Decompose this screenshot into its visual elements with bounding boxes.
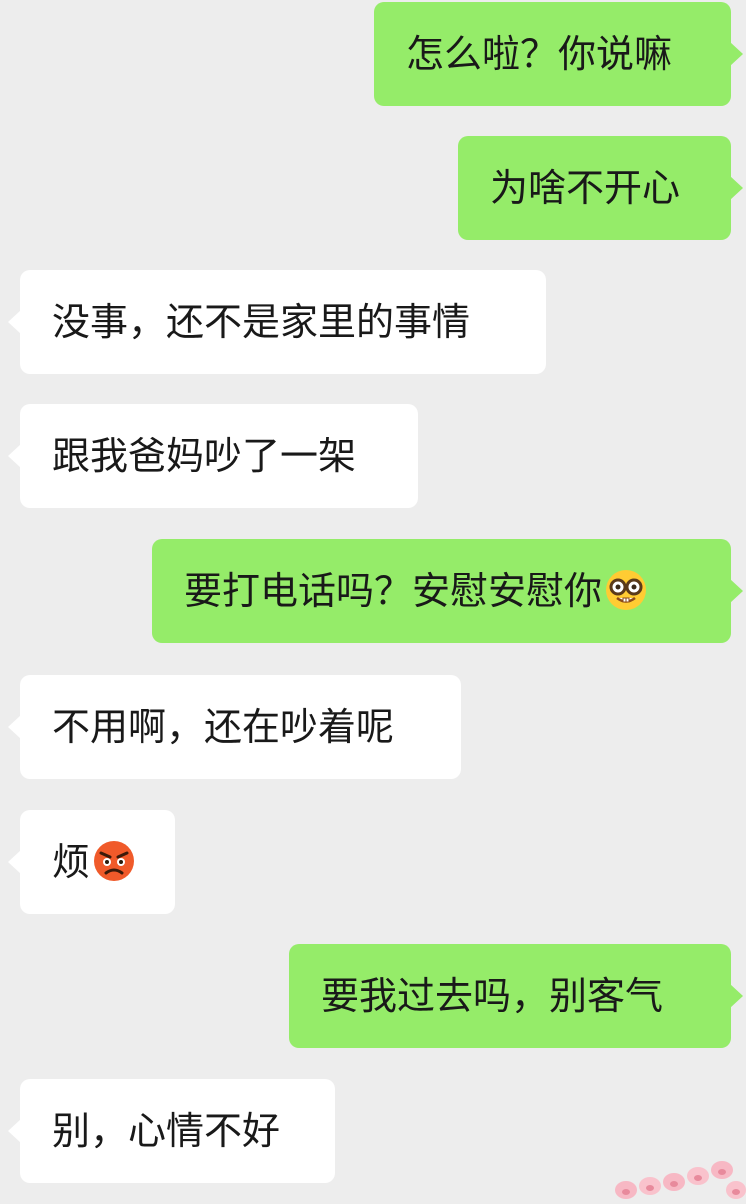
received-message-bubble[interactable]: 别，心情不好 xyxy=(8,1079,335,1183)
chat-message-list: 怎么啦？你说嘛 为啥不开心 没事，还不是家里的事情 跟我爸妈吵了一架 要打电话吗… xyxy=(0,0,746,1200)
sent-message-bubble[interactable]: 为啥不开心 xyxy=(458,136,743,240)
sent-message-bubble[interactable]: 要打电话吗？安慰安慰你 xyxy=(152,539,743,643)
angry-face-icon xyxy=(92,839,136,883)
message-text: 为啥不开心 xyxy=(490,166,681,210)
message-text: 别，心情不好 xyxy=(52,1109,281,1153)
received-message-bubble[interactable]: 不用啊，还在吵着呢 xyxy=(8,675,461,779)
message-text: 怎么啦？你说嘛 xyxy=(406,32,673,76)
received-message-bubble[interactable]: 烦 xyxy=(8,810,175,914)
message-text: 没事，还不是家里的事情 xyxy=(52,300,471,344)
message-text: 要我过去吗，别客气 xyxy=(321,974,664,1018)
message-text: 不用啊，还在吵着呢 xyxy=(52,705,395,749)
pig-sticker-icon xyxy=(606,1150,746,1200)
message-text: 跟我爸妈吵了一架 xyxy=(52,434,357,478)
received-message-bubble[interactable]: 没事，还不是家里的事情 xyxy=(8,270,546,374)
message-text: 烦 xyxy=(52,840,91,884)
sent-message-bubble[interactable]: 怎么啦？你说嘛 xyxy=(374,2,743,106)
sent-message-bubble[interactable]: 要我过去吗，别客气 xyxy=(289,944,743,1048)
received-message-bubble[interactable]: 跟我爸妈吵了一架 xyxy=(8,404,418,508)
message-text: 要打电话吗？安慰安慰你 xyxy=(184,569,603,613)
nerd-face-icon xyxy=(604,568,648,612)
